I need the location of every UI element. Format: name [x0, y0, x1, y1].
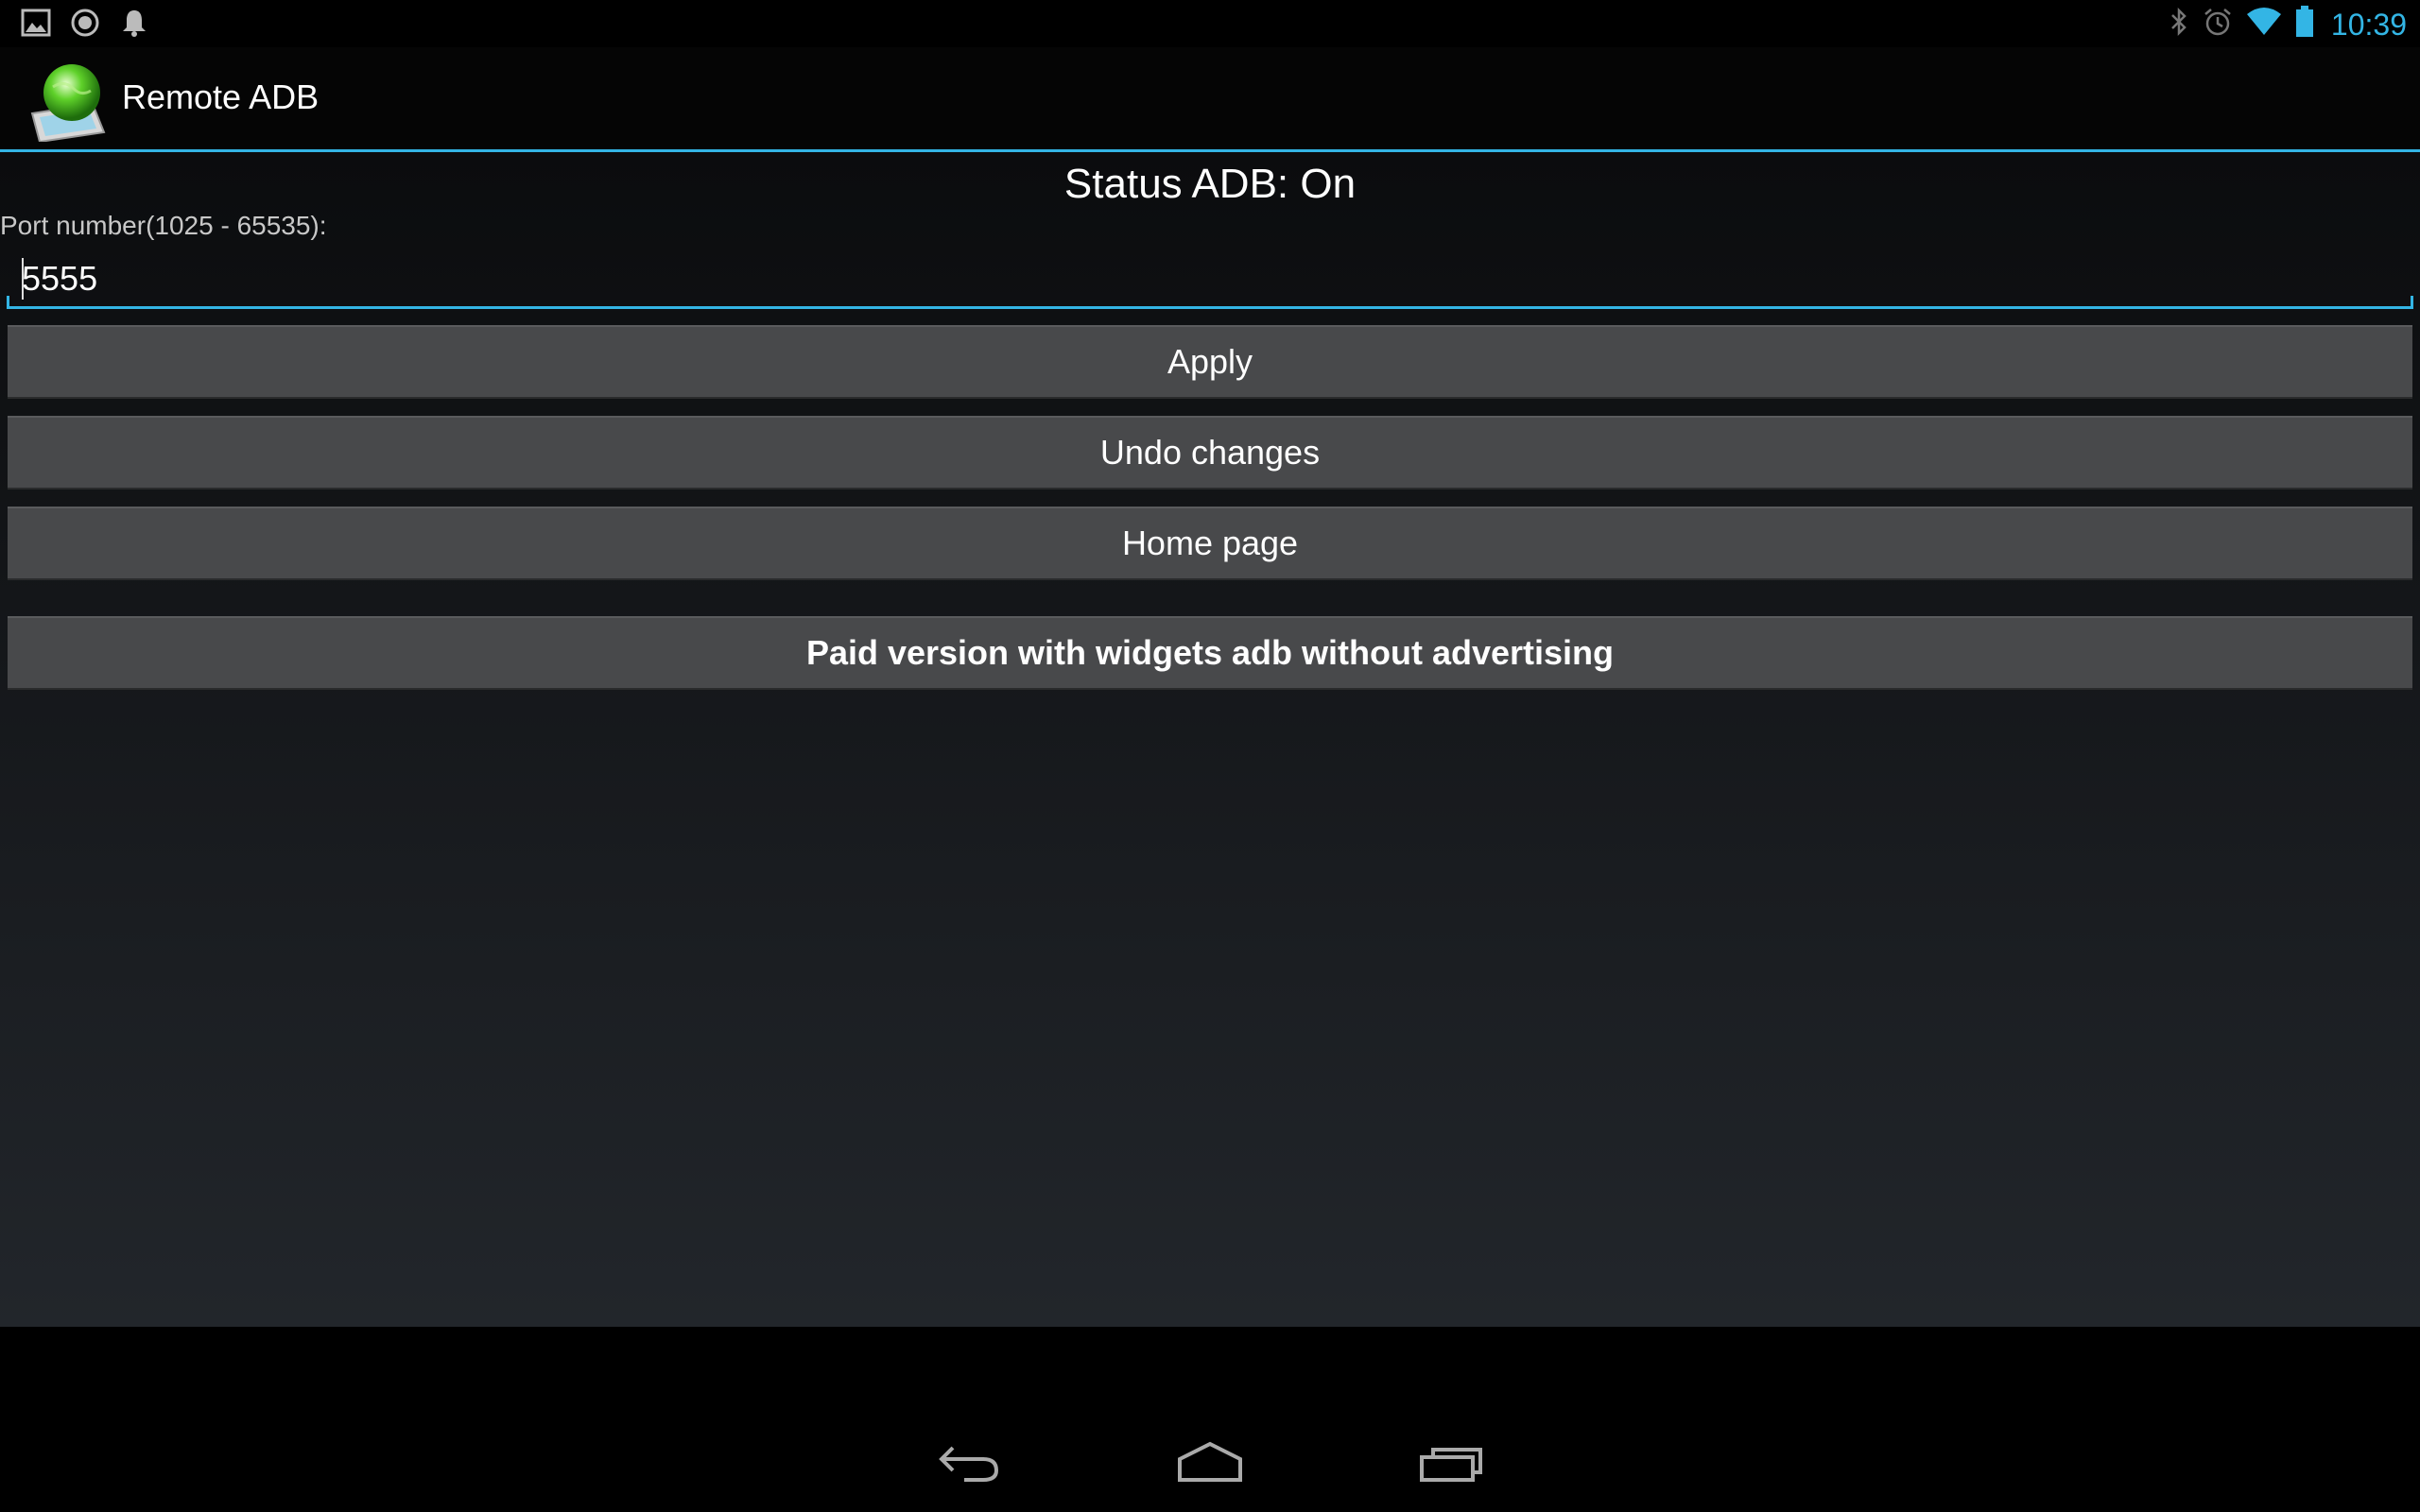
screen: 10:39 Remote ADB Status ADB: On Port num… [0, 0, 2420, 1512]
port-number-label: Port number(1025 - 65535): [0, 211, 327, 240]
port-number-input[interactable] [7, 249, 2413, 309]
paid-version-button[interactable]: Paid version with widgets adb without ad… [8, 616, 2412, 690]
remote-adb-globe-icon[interactable] [26, 59, 110, 144]
apply-button[interactable]: Apply [8, 325, 2412, 399]
battery-icon [2295, 6, 2314, 43]
home-page-button[interactable]: Home page [8, 507, 2412, 580]
recent-apps-icon[interactable] [1418, 1438, 1486, 1490]
gallery-notification-icon [21, 8, 51, 43]
back-icon[interactable] [936, 1438, 1002, 1490]
bluetooth-icon [2169, 7, 2189, 42]
bell-notification-icon [119, 8, 149, 43]
port-input-underline [7, 306, 2413, 309]
status-bar: 10:39 [0, 0, 2420, 47]
navigation-bar [0, 1327, 2420, 1512]
notification-icons [21, 8, 149, 43]
action-bar: Remote ADB [0, 47, 2420, 149]
wifi-icon [2246, 7, 2282, 42]
undo-changes-button[interactable]: Undo changes [8, 416, 2412, 490]
home-icon[interactable] [1176, 1438, 1244, 1490]
clock: 10:39 [2330, 7, 2407, 42]
alarm-icon [2203, 7, 2233, 42]
text-caret [22, 258, 24, 300]
port-input-underline-right [2411, 296, 2413, 309]
app-title: Remote ADB [122, 77, 320, 116]
port-input-underline-left [7, 296, 9, 309]
adb-status-text: Status ADB: On [1063, 161, 1357, 207]
system-icons: 10:39 [2169, 6, 2407, 43]
main-content: Status ADB: On Port number(1025 - 65535)… [0, 152, 2420, 1327]
sync-notification-icon [70, 8, 100, 43]
